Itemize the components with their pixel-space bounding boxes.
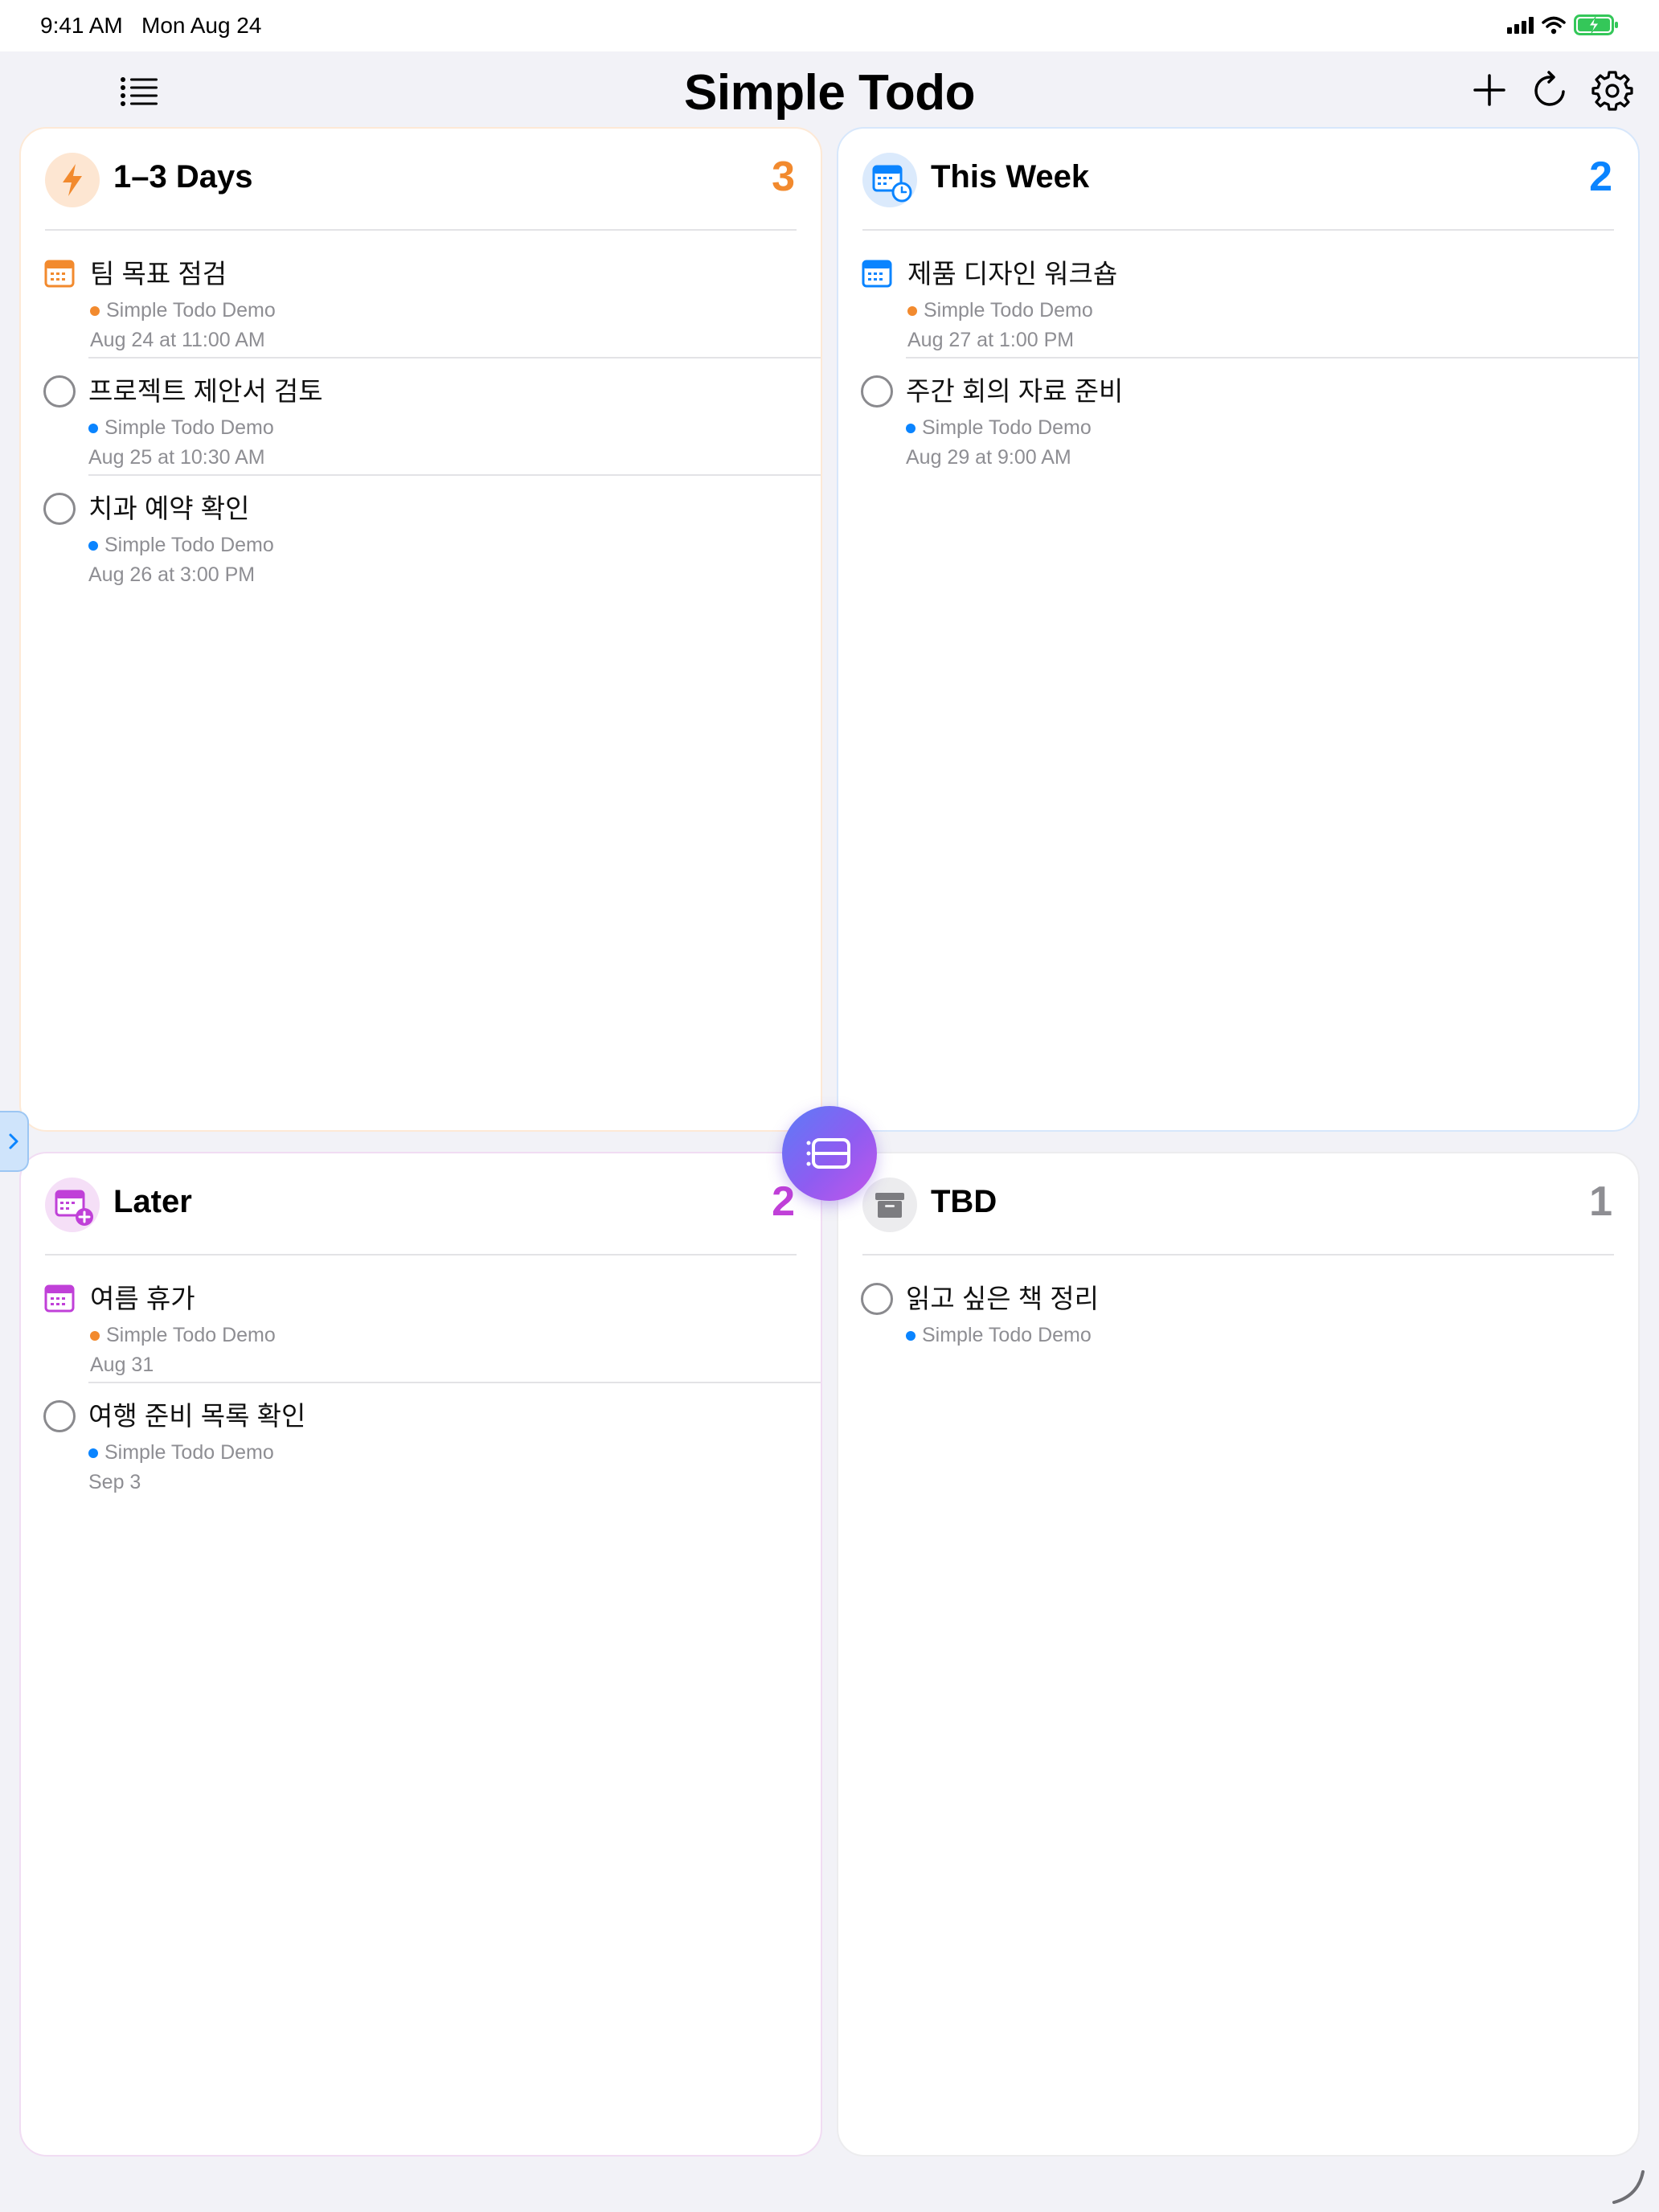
task-row[interactable]: 주간 회의 자료 준비 Simple Todo Demo Aug 29 at 9… (838, 358, 1638, 476)
task-list: Simple Todo Demo (90, 1324, 276, 1347)
status-bar: 9:41 AM Mon Aug 24 (0, 0, 1659, 51)
task-checkbox[interactable] (43, 1400, 76, 1432)
status-date: Mon Aug 24 (141, 13, 262, 38)
chevron-right-icon (9, 1133, 18, 1149)
panel-header: TBD 1 (838, 1153, 1638, 1256)
calendar-plus-icon (45, 1178, 100, 1232)
panel-count: 3 (772, 154, 795, 200)
task-title: 팀 목표 점검 (90, 259, 227, 289)
task-list: Simple Todo Demo (907, 299, 1093, 322)
plus-icon[interactable] (1469, 69, 1510, 111)
status-icons (1507, 14, 1619, 35)
task-title: 프로젝트 제안서 검토 (88, 376, 323, 406)
bolt-icon (45, 153, 100, 207)
panel-header: This Week 2 (838, 129, 1638, 231)
archive-box-icon (862, 1178, 917, 1232)
task-list: Simple Todo Demo (88, 534, 274, 557)
task-list: Simple Todo Demo (906, 1324, 1092, 1347)
task-row[interactable]: 제품 디자인 워크숍 Simple Todo Demo Aug 27 at 1:… (838, 241, 1638, 358)
calendar-icon (862, 260, 892, 288)
navbar: Simple Todo (0, 51, 1659, 124)
task-date: Sep 3 (88, 1471, 141, 1493)
task-date: Aug 26 at 3:00 PM (88, 563, 256, 586)
panel-title: TBD (931, 1184, 997, 1219)
calendar-icon (44, 1284, 75, 1313)
task-date: Aug 29 at 9:00 AM (906, 446, 1071, 469)
header-divider (45, 229, 797, 231)
page-title: Simple Todo (684, 65, 975, 121)
sidebar-toggle-tab[interactable] (0, 1111, 29, 1172)
task-title: 주간 회의 자료 준비 (906, 376, 1124, 406)
task-list-name: Simple Todo Demo (104, 1441, 274, 1464)
task-checkbox[interactable] (861, 1283, 893, 1315)
task-date: Aug 27 at 1:00 PM (907, 329, 1075, 351)
task-title: 여행 준비 목록 확인 (88, 1401, 306, 1431)
task-list-name: Simple Todo Demo (104, 534, 274, 556)
task-list: Simple Todo Demo (88, 1441, 274, 1464)
calendar-clock-icon (862, 153, 917, 207)
task-row[interactable]: 팀 목표 점검 Simple Todo Demo Aug 24 at 11:00… (21, 241, 821, 358)
resize-handle-icon (1612, 2170, 1645, 2204)
panel-header: Later 2 (21, 1153, 821, 1256)
task-list: Simple Todo Demo (906, 416, 1092, 440)
task-list: Simple Todo Demo (88, 416, 274, 440)
panel-later: Later 2 여름 휴가 Simple Todo Demo Aug 31 여행… (19, 1152, 822, 2157)
refresh-icon[interactable] (1530, 69, 1571, 111)
task-checkbox[interactable] (43, 493, 76, 525)
task-row[interactable]: 여름 휴가 Simple Todo Demo Aug 31 (21, 1266, 821, 1383)
task-date: Aug 31 (90, 1354, 154, 1376)
status-time: 9:41 AM (40, 13, 123, 38)
task-date: Aug 24 at 11:00 AM (90, 329, 265, 351)
panel-count: 2 (1589, 154, 1612, 200)
panel-title: Later (113, 1184, 192, 1219)
task-list: Simple Todo Demo (90, 299, 276, 322)
battery-charging-icon (1574, 14, 1618, 35)
task-row[interactable]: 프로젝트 제안서 검토 Simple Todo Demo Aug 25 at 1… (21, 358, 821, 476)
task-title: 치과 예약 확인 (88, 494, 250, 523)
task-row[interactable]: 읽고 싶은 책 정리 Simple Todo Demo (838, 1266, 1638, 1383)
task-date: Aug 25 at 10:30 AM (88, 446, 265, 469)
panel-tbd: TBD 1 읽고 싶은 책 정리 Simple Todo Demo (837, 1152, 1640, 2157)
header-divider (45, 1254, 797, 1256)
list-layout-icon (806, 1138, 850, 1169)
task-title: 읽고 싶은 책 정리 (906, 1284, 1100, 1313)
wifi-icon (1542, 16, 1566, 35)
task-list-name: Simple Todo Demo (922, 416, 1092, 439)
cellular-signal-icon (1507, 16, 1534, 34)
panel-count: 2 (772, 1178, 795, 1225)
task-row[interactable]: 치과 예약 확인 Simple Todo Demo Aug 26 at 3:00… (21, 476, 821, 593)
task-checkbox[interactable] (861, 375, 893, 408)
task-list-name: Simple Todo Demo (104, 416, 274, 439)
panel-title: 1–3 Days (113, 159, 253, 195)
panel-this-week: This Week 2 제품 디자인 워크숍 Simple Todo Demo … (837, 127, 1640, 1132)
task-title: 여름 휴가 (90, 1284, 195, 1313)
panel-1-3-days: 1–3 Days 3 팀 목표 점검 Simple Todo Demo Aug … (19, 127, 822, 1132)
task-list-name: Simple Todo Demo (922, 1324, 1092, 1346)
task-list-name: Simple Todo Demo (106, 299, 276, 322)
task-row[interactable]: 여행 준비 목록 확인 Simple Todo Demo Sep 3 (21, 1383, 821, 1501)
header-divider (862, 1254, 1614, 1256)
panel-header: 1–3 Days 3 (21, 129, 821, 231)
panel-title: This Week (931, 159, 1090, 195)
header-divider (862, 229, 1614, 231)
task-list-name: Simple Todo Demo (924, 299, 1093, 322)
panel-count: 1 (1589, 1178, 1612, 1225)
gear-icon[interactable] (1591, 69, 1633, 111)
task-list-name: Simple Todo Demo (106, 1324, 276, 1346)
layout-toggle-button[interactable] (782, 1106, 877, 1201)
calendar-icon (44, 260, 75, 288)
task-checkbox[interactable] (43, 375, 76, 408)
task-title: 제품 디자인 워크숍 (907, 259, 1118, 289)
